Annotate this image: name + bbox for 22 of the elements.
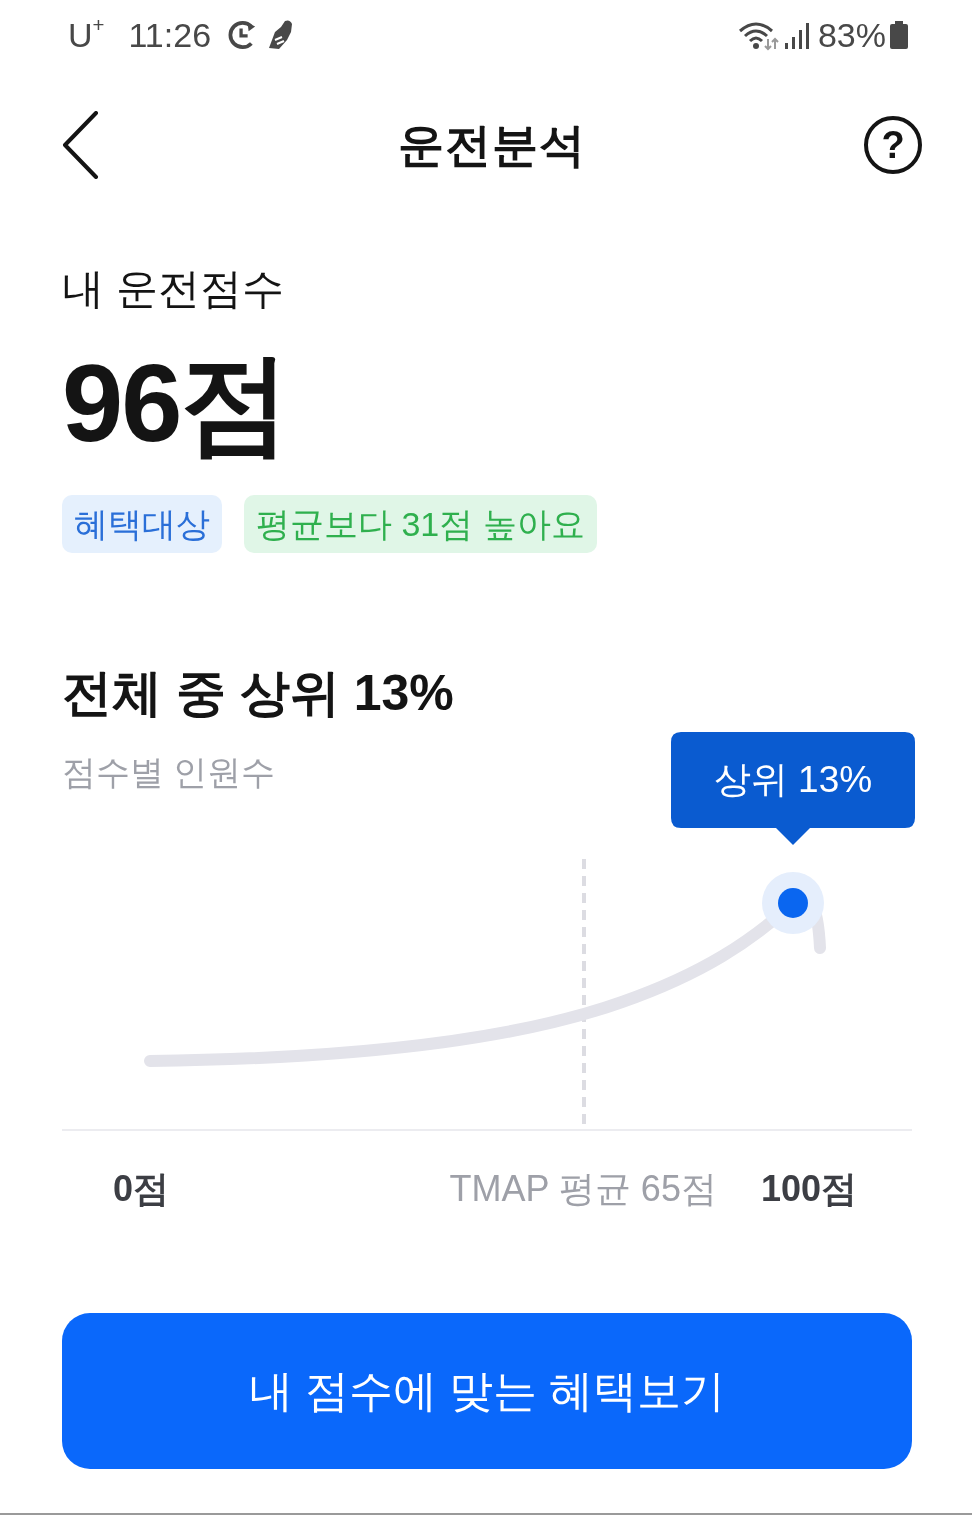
average-label: TMAP 평균 65점 <box>449 1167 717 1211</box>
score-marker-icon <box>762 872 824 934</box>
signal-icon <box>783 21 810 49</box>
battery-icon <box>890 21 908 49</box>
back-icon[interactable] <box>62 111 99 179</box>
axis-label: 100점 <box>760 1167 857 1211</box>
wifi-icon <box>737 19 780 51</box>
ranking-title: 전체 중 상위 13% <box>62 664 455 723</box>
page-title: 운전분석 <box>397 117 587 173</box>
benefit-tag: 혜택대상 <box>62 495 222 553</box>
rank-tooltip: 상위 13% <box>671 732 915 845</box>
chart-subtitle: 점수별 인원수 <box>62 752 276 793</box>
help-button[interactable]: ? <box>864 116 922 174</box>
battery-percent: 83% <box>817 14 886 56</box>
comparison-tag: 평균보다 31점 높아요 <box>244 495 597 553</box>
carrier-label: U$^{+}$ <box>68 13 105 56</box>
axis-label: 0점 <box>113 1167 170 1211</box>
status-time: 11:26 <box>128 14 212 56</box>
view-benefits-button[interactable]: 내 점수에 맞는 혜택보기 <box>62 1313 912 1469</box>
clock-icon <box>227 19 258 51</box>
score-value: 96점 <box>62 342 290 463</box>
score-label: 내 운전점수 <box>62 264 285 314</box>
